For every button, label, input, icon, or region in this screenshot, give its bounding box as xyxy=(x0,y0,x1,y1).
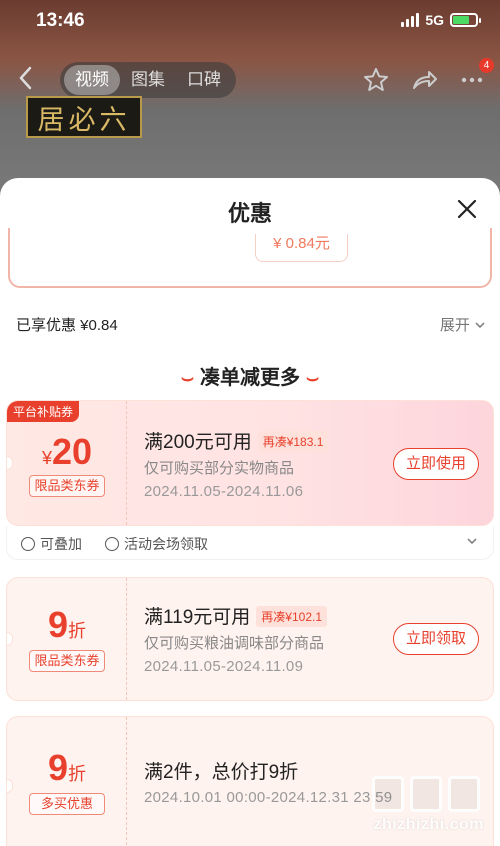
stackable-icon xyxy=(21,537,35,551)
media-tabs: 视频 图集 口碑 xyxy=(60,62,236,98)
coupon-currency: ¥ xyxy=(41,448,52,468)
coupon-footer: 可叠加 活动会场领取 xyxy=(6,526,494,560)
brand-logo-text: 居必六 xyxy=(37,104,131,136)
section-title: ⌣ 凑单减更多 ⌣ xyxy=(0,361,500,390)
coupon-unit: 折 xyxy=(68,621,87,641)
source-info: 活动会场领取 xyxy=(105,534,208,554)
source-icon xyxy=(105,537,119,551)
coupon-value: 20 xyxy=(51,431,93,472)
more-icon[interactable]: 4 xyxy=(458,58,494,94)
chevron-down-icon[interactable] xyxy=(465,534,479,548)
section-title-text: 凑单减更多 xyxy=(200,367,300,389)
coupon-type-tag: 限品类东券 xyxy=(29,650,105,672)
source-label: 活动会场领取 xyxy=(124,536,208,552)
discount-price-chip: ¥ 0.84元 xyxy=(255,234,348,262)
tab-video[interactable]: 视频 xyxy=(64,65,120,95)
expand-button[interactable]: 展开 xyxy=(440,314,486,335)
previous-discount-card: ¥ 0.84元 xyxy=(8,228,492,288)
signal-icon xyxy=(401,13,420,27)
favorite-star-icon[interactable] xyxy=(362,66,390,94)
coupon-condition-text: 满119元可用 xyxy=(144,607,251,628)
coupon-amount: ¥20 xyxy=(7,431,127,473)
coupon-date: 2024.11.05-2024.11.09 xyxy=(144,658,304,675)
status-icons: 5G xyxy=(401,12,481,28)
coupon-condition-text: 满200元可用 xyxy=(144,432,252,453)
message-badge: 4 xyxy=(479,58,494,73)
brand-logo: 居必六 xyxy=(26,96,142,138)
coupon-scope: 仅可购买部分实物商品 xyxy=(144,460,295,477)
coupon-value: 9 xyxy=(47,604,69,645)
use-now-button[interactable]: 立即使用 xyxy=(393,448,479,480)
watermark: zhizhizhi.com xyxy=(338,776,488,836)
nav-actions: 4 xyxy=(362,58,494,94)
coupon-unit: 折 xyxy=(68,764,87,784)
close-icon[interactable] xyxy=(454,196,480,222)
sheet-title: 优惠 xyxy=(227,201,272,226)
share-icon[interactable] xyxy=(410,66,438,94)
coupon-scope: 仅可购买粮油调味部分商品 xyxy=(144,635,325,652)
section-deco-right: ⌣ xyxy=(306,367,320,389)
section-deco-left: ⌣ xyxy=(180,367,194,389)
enjoyed-discount-row: 已享优惠 ¥0.84 展开 xyxy=(0,312,500,336)
background-page: 13:46 5G 视频 图集 口碑 4 居必六 xyxy=(0,0,500,200)
back-icon[interactable] xyxy=(16,64,44,96)
network-type: 5G xyxy=(425,12,444,28)
top-nav: 视频 图集 口碑 4 xyxy=(0,58,500,100)
battery-icon xyxy=(450,13,481,27)
status-time: 13:46 xyxy=(36,10,85,31)
chevron-down-icon xyxy=(475,322,485,329)
expand-label: 展开 xyxy=(439,317,470,334)
coupon-amount: 9折 xyxy=(7,604,127,646)
coupon-card[interactable]: 9折 限品类东券 满119元可用 再凑¥102.1 仅可购买粮油调味部分商品 20… xyxy=(6,577,494,701)
watermark-text: zhizhizhi.com xyxy=(373,816,484,833)
coupon-value-area: 9折 限品类东券 xyxy=(7,578,127,700)
stackable-info: 可叠加 xyxy=(21,534,82,554)
status-bar: 13:46 5G xyxy=(0,0,500,44)
coupon-value-area: ¥20 限品类东券 xyxy=(7,401,127,525)
coupon-condition: 满200元可用 再凑¥183.1 xyxy=(144,427,329,454)
coupon-condition: 满119元可用 再凑¥102.1 xyxy=(144,602,328,629)
tab-reviews[interactable]: 口碑 xyxy=(176,65,232,95)
coupon-addon-amount: 再凑¥183.1 xyxy=(257,431,329,452)
coupon-value: 9 xyxy=(47,747,69,788)
coupon-date: 2024.11.05-2024.11.06 xyxy=(144,483,304,500)
watermark-logo xyxy=(372,776,480,812)
coupon-card[interactable]: 平台补贴券 ¥20 限品类东券 满200元可用 再凑¥183.1 仅可购买部分实物… xyxy=(6,400,494,526)
stackable-label: 可叠加 xyxy=(40,536,82,552)
coupon-type-tag: 限品类东券 xyxy=(29,475,105,497)
coupon-amount: 9折 xyxy=(7,747,127,789)
tab-gallery[interactable]: 图集 xyxy=(120,65,176,95)
claim-now-button[interactable]: 立即领取 xyxy=(393,623,479,655)
coupon-addon-amount: 再凑¥102.1 xyxy=(256,606,328,627)
coupon-value-area: 9折 多买优惠 xyxy=(7,717,127,846)
enjoyed-discount-label: 已享优惠 ¥0.84 xyxy=(16,317,118,334)
discount-sheet: 优惠 ¥ 0.84元 已享优惠 ¥0.84 展开 ⌣ 凑单减更多 ⌣ 平台补贴券 ¥… xyxy=(0,178,500,846)
coupon-type-tag: 多买优惠 xyxy=(29,793,105,815)
coupon-condition: 满2件，总价打9折 xyxy=(144,762,299,783)
